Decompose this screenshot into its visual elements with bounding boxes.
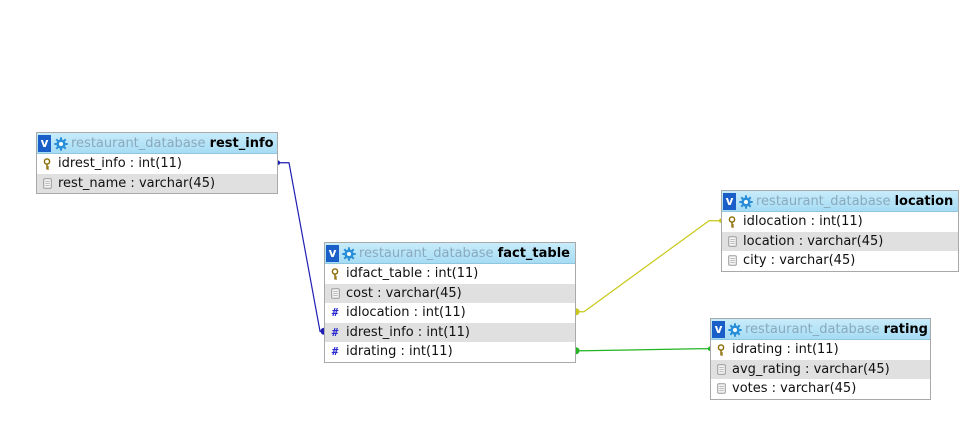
field-row[interactable]: # idrest_info : int(11) xyxy=(325,322,575,342)
field-label: votes : varchar(45) xyxy=(732,381,857,397)
table-name: rating xyxy=(883,321,928,337)
table-fact-table[interactable]: v restaurant_database fact_table idfact_tab… xyxy=(324,242,576,363)
table-header[interactable]: v restaurant_database location xyxy=(722,191,958,212)
field-icon xyxy=(714,382,728,396)
field-row[interactable]: idrating : int(11) xyxy=(711,340,930,360)
field-row[interactable]: city : varchar(45) xyxy=(722,251,958,271)
field-label: idfact_table : int(11) xyxy=(346,266,479,282)
relation-line-rest-info[interactable] xyxy=(278,162,324,332)
field-row[interactable]: rest_name : varchar(45) xyxy=(37,173,277,193)
field-row[interactable]: cost : varchar(45) xyxy=(325,283,575,303)
field-label: city : varchar(45) xyxy=(743,253,856,269)
key-icon xyxy=(328,267,342,281)
key-icon xyxy=(725,215,739,229)
database-name: restaurant_database xyxy=(756,193,891,209)
table-header[interactable]: v restaurant_database fact_table xyxy=(325,243,575,264)
field-label: idrating : int(11) xyxy=(732,342,839,358)
hash-icon: # xyxy=(331,345,339,359)
gear-icon[interactable] xyxy=(739,194,753,209)
field-label: idlocation : int(11) xyxy=(346,305,466,321)
field-label: idlocation : int(11) xyxy=(743,214,863,230)
designer-canvas: v restaurant_database rest_info idrest_info… xyxy=(0,0,973,432)
field-icon xyxy=(328,286,342,300)
field-icon xyxy=(40,176,54,190)
field-label: idrating : int(11) xyxy=(346,344,453,360)
hash-icon: # xyxy=(331,325,339,339)
field-row[interactable]: # idrating : int(11) xyxy=(325,342,575,362)
table-name: fact_table xyxy=(497,245,570,261)
collapse-toggle[interactable]: v xyxy=(326,244,339,262)
field-label: cost : varchar(45) xyxy=(346,285,462,301)
collapse-toggle[interactable]: v xyxy=(712,320,725,338)
table-name: rest_info xyxy=(209,135,274,151)
field-icon xyxy=(725,254,739,268)
collapse-toggle[interactable]: v xyxy=(723,192,736,210)
field-label: idrest_info : int(11) xyxy=(346,324,470,340)
field-label: idrest_info : int(11) xyxy=(58,156,182,172)
field-row[interactable]: # idlocation : int(11) xyxy=(325,303,575,323)
field-row[interactable]: idfact_table : int(11) xyxy=(325,264,575,284)
field-row[interactable]: idlocation : int(11) xyxy=(722,212,958,232)
field-label: rest_name : varchar(45) xyxy=(58,175,216,191)
table-header[interactable]: v restaurant_database rest_info xyxy=(37,133,277,154)
key-icon xyxy=(714,343,728,357)
key-icon xyxy=(40,157,54,171)
table-location[interactable]: v restaurant_database location idlocation :… xyxy=(721,190,959,272)
hash-icon: # xyxy=(331,306,339,320)
gear-icon[interactable] xyxy=(728,322,742,337)
gear-icon[interactable] xyxy=(54,136,68,151)
database-name: restaurant_database xyxy=(71,135,206,151)
field-row[interactable]: idrest_info : int(11) xyxy=(37,154,277,174)
field-icon xyxy=(714,362,728,376)
field-row[interactable]: avg_rating : varchar(45) xyxy=(711,359,930,379)
table-header[interactable]: v restaurant_database rating xyxy=(711,319,930,340)
gear-icon[interactable] xyxy=(342,246,356,261)
field-label: location : varchar(45) xyxy=(743,233,884,249)
database-name: restaurant_database xyxy=(745,321,880,337)
field-icon xyxy=(725,234,739,248)
database-name: restaurant_database xyxy=(359,245,494,261)
table-rating[interactable]: v restaurant_database rating idrating : int… xyxy=(710,318,931,400)
table-rest-info[interactable]: v restaurant_database rest_info idrest_info… xyxy=(36,132,278,194)
field-row[interactable]: location : varchar(45) xyxy=(722,231,958,251)
collapse-toggle[interactable]: v xyxy=(38,134,51,152)
field-label: avg_rating : varchar(45) xyxy=(732,361,890,377)
relation-line-location[interactable] xyxy=(576,220,721,313)
field-row[interactable]: votes : varchar(45) xyxy=(711,379,930,399)
table-name: location xyxy=(894,193,954,209)
relation-line-rating[interactable] xyxy=(576,348,710,352)
